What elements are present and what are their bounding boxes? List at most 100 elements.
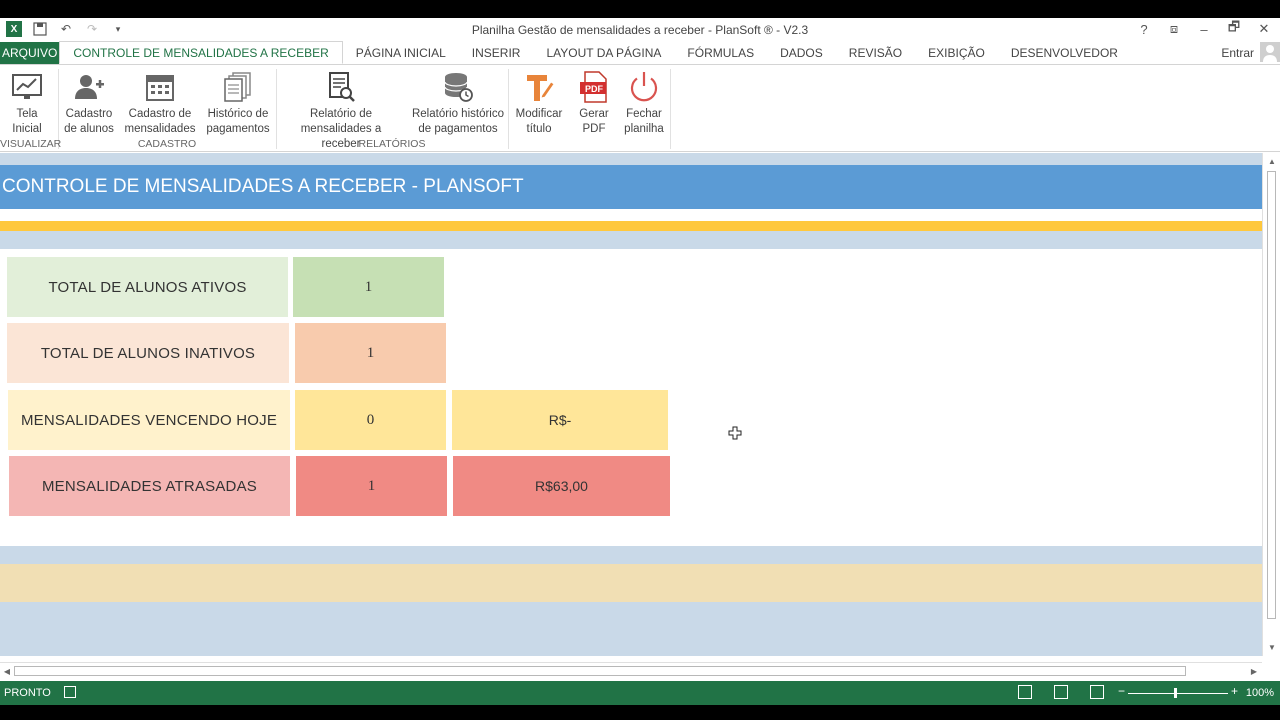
relatorio-historico-label: Relatório histórico de pagamentos	[411, 108, 505, 135]
zoom-knob[interactable]	[1174, 688, 1177, 698]
historico-pagamentos-label: Histórico de pagamentos	[206, 108, 270, 135]
macro-record-icon[interactable]	[64, 686, 76, 698]
bottom-band	[0, 602, 1262, 656]
sheet-header: CONTROLE DE MENSALIDADES A RECEBER - PLA…	[0, 165, 1262, 209]
ribbon-display-icon[interactable]: ⧈	[1166, 20, 1182, 38]
zoom-in-icon[interactable]: +	[1231, 684, 1238, 698]
scroll-down-icon[interactable]: ▼	[1266, 641, 1278, 653]
mensalidades-vencendo-hoje-amount: R$-	[452, 390, 668, 450]
tab-pagina-inicial[interactable]: PÁGINA INICIAL	[343, 42, 459, 64]
minimize-icon[interactable]: –	[1196, 20, 1212, 38]
title-bar: X ↶ ↷ ▾ Planilha Gestão de mensalidades …	[0, 18, 1280, 42]
restore-icon[interactable]: 🗗	[1226, 19, 1242, 38]
scroll-right-icon[interactable]: ▶	[1248, 665, 1260, 677]
excel-window: X ↶ ↷ ▾ Planilha Gestão de mensalidades …	[0, 18, 1280, 705]
tab-controle-mensalidades[interactable]: CONTROLE DE MENSALIDADES A RECEBER	[59, 41, 343, 64]
report-search-icon	[329, 72, 355, 102]
vertical-scrollbar[interactable]: ▲ ▼	[1262, 153, 1280, 656]
status-ready: PRONTO	[4, 687, 51, 699]
documents-icon	[224, 72, 251, 102]
light-blue-band	[0, 231, 1262, 249]
mensalidades-vencendo-hoje-label: MENSALIDADES VENCENDO HOJE	[8, 390, 290, 450]
zoom-slider[interactable]: − +	[1118, 684, 1238, 700]
tab-arquivo[interactable]: ARQUIVO	[0, 42, 60, 64]
worksheet[interactable]: CONTROLE DE MENSALIDADES A RECEBER - PLA…	[0, 153, 1262, 656]
ribbon: Tela Inicial Cadastro de alunos Cadastro…	[0, 64, 1280, 152]
ribbon-tabs: ARQUIVO CONTROLE DE MENSALIDADES A RECEB…	[0, 41, 1280, 64]
window-controls: ? ⧈ – 🗗 ✕	[1136, 19, 1272, 38]
sign-in-link[interactable]: Entrar	[1221, 46, 1254, 60]
tab-exibicao[interactable]: EXIBIÇÃO	[915, 42, 998, 64]
zoom-level[interactable]: 100%	[1246, 687, 1274, 699]
cadastro-alunos-label: Cadastro de alunos	[64, 108, 114, 135]
scroll-left-icon[interactable]: ◀	[1, 665, 13, 677]
page-layout-view-icon[interactable]	[1054, 685, 1068, 699]
calendar-icon	[146, 75, 174, 101]
horizontal-scrollbar[interactable]: ◀ ▶	[0, 662, 1262, 678]
tela-inicial-label: Tela Inicial	[12, 108, 42, 135]
database-history-icon	[444, 73, 473, 102]
tab-layout-pagina[interactable]: LAYOUT DA PÁGINA	[533, 42, 674, 64]
total-alunos-inativos-label: TOTAL DE ALUNOS INATIVOS	[7, 323, 289, 383]
horizontal-scroll-thumb[interactable]	[14, 666, 1186, 676]
close-icon[interactable]: ✕	[1256, 20, 1272, 38]
normal-view-icon[interactable]	[1018, 685, 1032, 699]
group-separator	[508, 69, 509, 149]
group-label-cadastro: CADASTRO	[137, 138, 197, 150]
scroll-up-icon[interactable]: ▲	[1266, 155, 1278, 167]
view-buttons	[1018, 685, 1104, 699]
group-label-visualizar: VISUALIZAR	[0, 138, 62, 150]
fechar-planilha-label: Fechar planilha	[624, 108, 664, 135]
gerar-pdf-label: Gerar PDF	[579, 108, 609, 135]
modificar-titulo-label: Modificar título	[515, 108, 563, 135]
mensalidades-vencendo-hoje-count: 0	[295, 390, 446, 450]
help-icon[interactable]: ?	[1136, 20, 1152, 38]
tab-formulas[interactable]: FÓRMULAS	[674, 42, 767, 64]
tab-inserir[interactable]: INSERIR	[459, 42, 534, 64]
historico-pagamentos-button[interactable]: Histórico de pagamentos	[204, 71, 272, 137]
tab-desenvolvedor[interactable]: DESENVOLVEDOR	[998, 42, 1131, 64]
edit-title-icon	[527, 75, 555, 101]
tela-inicial-button[interactable]: Tela Inicial	[6, 71, 48, 137]
avatar[interactable]	[1260, 42, 1280, 62]
modificar-titulo-button[interactable]: Modificar título	[512, 71, 566, 137]
mensalidades-atrasadas-amount: R$63,00	[453, 456, 670, 516]
customize-qat-icon[interactable]: ▾	[110, 21, 126, 37]
relatorio-historico-button[interactable]: Relatório histórico de pagamentos	[408, 71, 508, 137]
tab-revisao[interactable]: REVISÃO	[836, 42, 915, 64]
spacer	[0, 209, 1262, 221]
page-break-view-icon[interactable]	[1090, 685, 1104, 699]
top-band	[0, 153, 1262, 165]
group-label-relatorios: RELATÓRIOS	[358, 138, 426, 150]
quick-access-toolbar: X ↶ ↷ ▾	[6, 21, 126, 37]
dashboard-icon	[12, 74, 42, 99]
cadastro-mensalidades-label: Cadastro de mensalidades	[124, 108, 196, 135]
vertical-scroll-thumb[interactable]	[1267, 171, 1276, 619]
add-user-icon	[75, 75, 104, 99]
cadastro-alunos-button[interactable]: Cadastro de alunos	[62, 71, 116, 137]
pdf-badge: PDF	[585, 84, 603, 94]
group-separator	[670, 69, 671, 149]
cadastro-mensalidades-button[interactable]: Cadastro de mensalidades	[124, 71, 196, 137]
tab-dados[interactable]: DADOS	[767, 42, 836, 64]
gerar-pdf-button[interactable]: PDF Gerar PDF	[572, 71, 616, 137]
undo-icon[interactable]: ↶	[58, 21, 74, 37]
zoom-track	[1128, 693, 1228, 694]
total-alunos-ativos-value: 1	[293, 257, 444, 317]
group-separator	[58, 69, 59, 149]
group-separator	[276, 69, 277, 149]
power-icon	[630, 72, 658, 102]
cell-cursor-icon	[728, 426, 742, 440]
excel-logo-icon: X	[6, 21, 22, 37]
save-icon[interactable]	[32, 21, 48, 37]
redo-icon[interactable]: ↷	[84, 21, 100, 37]
window-title: Planilha Gestão de mensalidades a recebe…	[471, 23, 809, 37]
total-alunos-ativos-label: TOTAL DE ALUNOS ATIVOS	[7, 257, 288, 317]
light-blue-band	[0, 546, 1262, 564]
mensalidades-atrasadas-label: MENSALIDADES ATRASADAS	[9, 456, 290, 516]
tan-band	[0, 564, 1262, 602]
mensalidades-atrasadas-count: 1	[296, 456, 447, 516]
fechar-planilha-button[interactable]: Fechar planilha	[620, 71, 668, 137]
zoom-out-icon[interactable]: −	[1118, 684, 1125, 698]
total-alunos-inativos-value: 1	[295, 323, 446, 383]
